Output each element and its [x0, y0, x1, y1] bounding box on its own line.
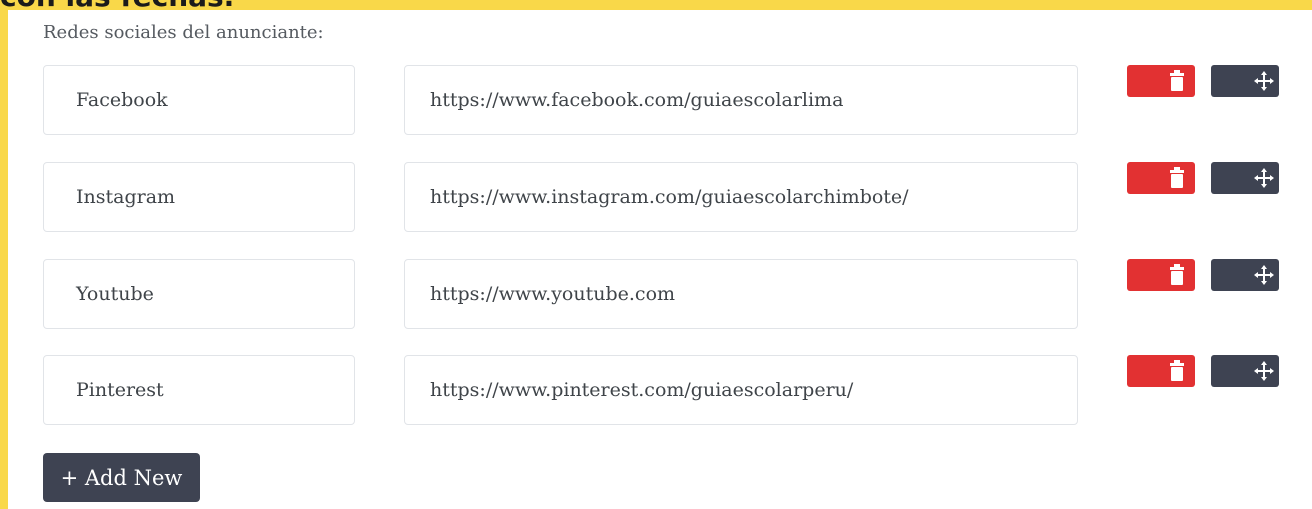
move-button[interactable] [1211, 259, 1279, 291]
social-row: Instagram https://www.instagram.com/guia… [0, 162, 1312, 234]
delete-button[interactable] [1127, 162, 1195, 194]
trash-icon [1170, 264, 1184, 285]
delete-button[interactable] [1127, 259, 1195, 291]
network-name-field[interactable]: Facebook [43, 65, 355, 135]
trash-icon [1170, 167, 1184, 188]
move-arrows-icon [1254, 361, 1274, 381]
move-arrows-icon [1254, 168, 1274, 188]
delete-button[interactable] [1127, 65, 1195, 97]
move-arrows-icon [1254, 71, 1274, 91]
move-button[interactable] [1211, 162, 1279, 194]
section-label: Redes sociales del anunciante: [43, 22, 324, 43]
social-row: Facebook https://www.facebook.com/guiaes… [0, 65, 1312, 137]
delete-button[interactable] [1127, 355, 1195, 387]
network-url-field[interactable]: https://www.instagram.com/guiaescolarchi… [404, 162, 1078, 232]
network-name-field[interactable]: Instagram [43, 162, 355, 232]
network-name-field[interactable]: Pinterest [43, 355, 355, 425]
add-new-button[interactable]: + Add New [43, 453, 200, 502]
network-url-field[interactable]: https://www.pinterest.com/guiaescolarper… [404, 355, 1078, 425]
trash-icon [1170, 70, 1184, 91]
move-button[interactable] [1211, 65, 1279, 97]
move-button[interactable] [1211, 355, 1279, 387]
trash-icon [1170, 360, 1184, 381]
social-row: Youtube https://www.youtube.com [0, 259, 1312, 331]
move-arrows-icon [1254, 265, 1274, 285]
social-row: Pinterest https://www.pinterest.com/guia… [0, 355, 1312, 427]
network-url-field[interactable]: https://www.facebook.com/guiaescolarlima [404, 65, 1078, 135]
network-name-field[interactable]: Youtube [43, 259, 355, 329]
network-url-field[interactable]: https://www.youtube.com [404, 259, 1078, 329]
